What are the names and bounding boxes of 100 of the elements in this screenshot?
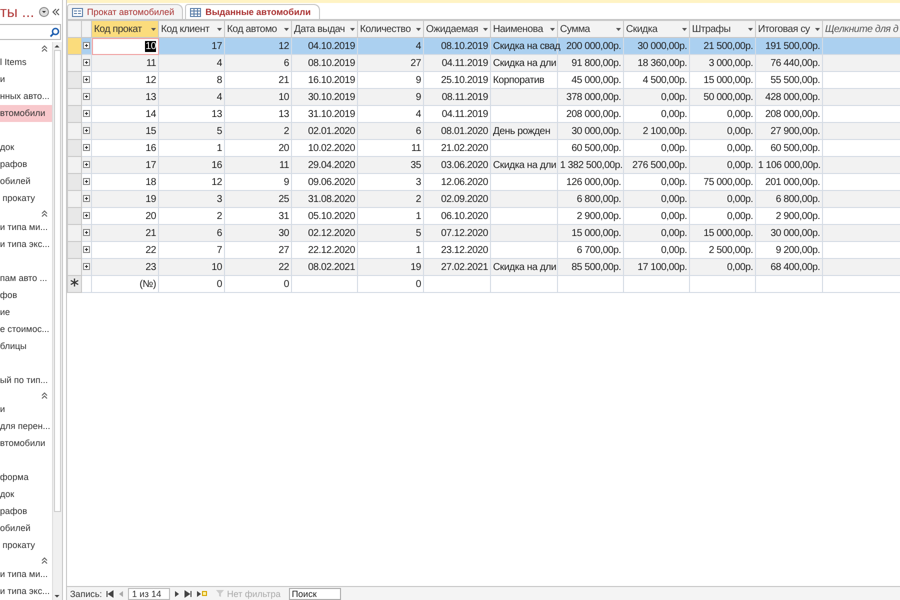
column-header[interactable]: Скидка	[624, 20, 690, 38]
column-header[interactable]: Количество	[358, 20, 424, 38]
table-cell: 91 800,00р.	[571, 58, 621, 68]
nav-item[interactable]: и типа экс...	[0, 236, 52, 253]
first-record-icon[interactable]	[106, 590, 114, 598]
table-cell: Скидка на дли	[493, 160, 556, 170]
expand-icon[interactable]	[83, 262, 90, 270]
expand-icon[interactable]	[83, 76, 90, 82]
collapse-group-icon[interactable]	[41, 210, 48, 216]
expand-icon[interactable]	[83, 228, 90, 236]
search-field[interactable]: Поиск	[288, 588, 341, 600]
nav-item[interactable]: рафов	[0, 156, 52, 173]
column-header[interactable]: Наименова	[490, 20, 558, 38]
nav-item[interactable]: нных авто...	[0, 88, 52, 105]
nav-item[interactable]: блицы	[0, 338, 52, 355]
add-column-header[interactable]: Щелкните для д	[822, 20, 900, 38]
table-cell: 276 500,00р.	[632, 160, 687, 170]
nav-item[interactable]: втомобили	[0, 435, 52, 452]
nav-item[interactable]: и типа экс...	[0, 583, 52, 600]
nav-item[interactable]: и типа ми...	[0, 219, 52, 236]
collapse-group-icon[interactable]	[41, 44, 48, 52]
table-icon	[190, 8, 202, 16]
column-header[interactable]: Сумма	[558, 20, 624, 38]
collapse-group-icon[interactable]	[41, 556, 48, 564]
nav-item[interactable]: и	[0, 71, 52, 88]
expand-icon[interactable]	[83, 144, 90, 150]
column-header[interactable]: Дата выдач	[292, 20, 358, 38]
column-header[interactable]: Код прокат	[92, 20, 158, 38]
nav-item[interactable]: и	[0, 401, 52, 418]
nav-item[interactable]: фов	[0, 287, 52, 304]
column-header[interactable]: Штрафы	[690, 20, 756, 38]
collapse-group-icon[interactable]	[41, 392, 48, 398]
table-cell: 11	[279, 160, 289, 170]
nav-item[interactable]: док	[0, 486, 52, 503]
table-cell: 12	[278, 40, 289, 52]
record-position-field[interactable]: 1 из 14	[128, 588, 170, 600]
dropdown-arrow-icon	[682, 28, 687, 30]
column-header[interactable]: Ожидаемая	[424, 20, 490, 38]
expand-icon[interactable]	[83, 194, 90, 202]
table-cell: 6 800,00р.	[776, 194, 820, 204]
table-cell: 35	[410, 160, 421, 170]
nav-item[interactable]: обилей	[0, 173, 52, 190]
expand-icon[interactable]	[83, 58, 90, 66]
nav-item[interactable]: док	[0, 139, 52, 156]
document-tab[interactable]: Прокат автомобилей	[67, 4, 184, 19]
expand-icon[interactable]	[83, 246, 90, 252]
expand-icon[interactable]	[83, 110, 90, 116]
document-tab[interactable]: Выданные автомобили	[185, 4, 320, 19]
dropdown-arrow-icon	[483, 28, 488, 30]
table-cell: 25	[278, 194, 289, 204]
expand-icon[interactable]	[83, 42, 90, 48]
last-record-icon[interactable]	[184, 590, 192, 598]
nav-item[interactable]: пам авто ...	[0, 270, 52, 287]
table-cell: 428 000,00р.	[765, 92, 820, 102]
nav-item[interactable]: втомобили	[0, 105, 52, 122]
table-cell: 30	[278, 228, 289, 238]
nav-item[interactable]: обилей	[0, 520, 52, 537]
table-cell: 6 700,00р.	[576, 244, 621, 256]
column-header[interactable]: Код автомо	[224, 20, 292, 38]
table-cell: 04.11.2019	[442, 58, 488, 68]
dropdown-icon[interactable]	[39, 7, 49, 17]
table-cell: 2 500,00р.	[708, 244, 753, 256]
scroll-down-icon[interactable]	[53, 592, 61, 600]
dropdown-arrow-icon	[550, 28, 555, 30]
table-cell: 05.10.2020	[308, 210, 355, 222]
collapse-pane-icon[interactable]	[52, 8, 60, 16]
nav-item[interactable]: l Items	[0, 54, 52, 71]
expand-icon[interactable]	[83, 92, 90, 100]
table-cell: 191 500,00р.	[765, 40, 820, 52]
table-cell: 75 000,00р.	[703, 176, 753, 188]
nav-item[interactable]: для перен...	[0, 418, 52, 435]
table-cell[interactable]: 10	[145, 40, 156, 52]
search-icon[interactable]	[49, 26, 60, 38]
expand-icon[interactable]	[83, 212, 90, 218]
table-cell: 10	[278, 92, 289, 102]
nav-item[interactable]: рафов	[0, 503, 52, 520]
column-header[interactable]: Код клиент	[158, 20, 224, 38]
nav-item[interactable]: и типа ми...	[0, 566, 52, 583]
table-cell: 9 200,00р.	[776, 244, 820, 256]
new-record-icon[interactable]	[196, 590, 208, 598]
column-header[interactable]: Итоговая су	[756, 20, 822, 38]
table-cell: 17 100,00р.	[637, 262, 687, 272]
expand-icon[interactable]	[83, 178, 90, 184]
table-cell: 3 000,00р.	[708, 58, 753, 68]
expand-icon[interactable]	[83, 160, 90, 168]
nav-item[interactable]: прокату	[0, 190, 52, 207]
table-cell: 15	[145, 126, 156, 136]
nav-item[interactable]: форма	[0, 469, 52, 486]
search-field[interactable]	[0, 24, 61, 40]
nav-item[interactable]: ый по тип...	[0, 372, 52, 389]
table-cell: 17	[145, 160, 156, 170]
nav-item[interactable]: прокату	[0, 537, 52, 554]
table-cell: 201 000,00р.	[765, 176, 820, 188]
expand-icon[interactable]	[83, 126, 90, 134]
nav-item[interactable]: е стоимос...	[0, 321, 52, 338]
table-cell: 15 000,00р.	[703, 74, 753, 86]
table-cell: 0,00р.	[726, 262, 753, 272]
next-record-icon[interactable]	[174, 590, 180, 598]
nav-item[interactable]: ие	[0, 304, 52, 321]
scrollbar[interactable]	[52, 42, 62, 600]
